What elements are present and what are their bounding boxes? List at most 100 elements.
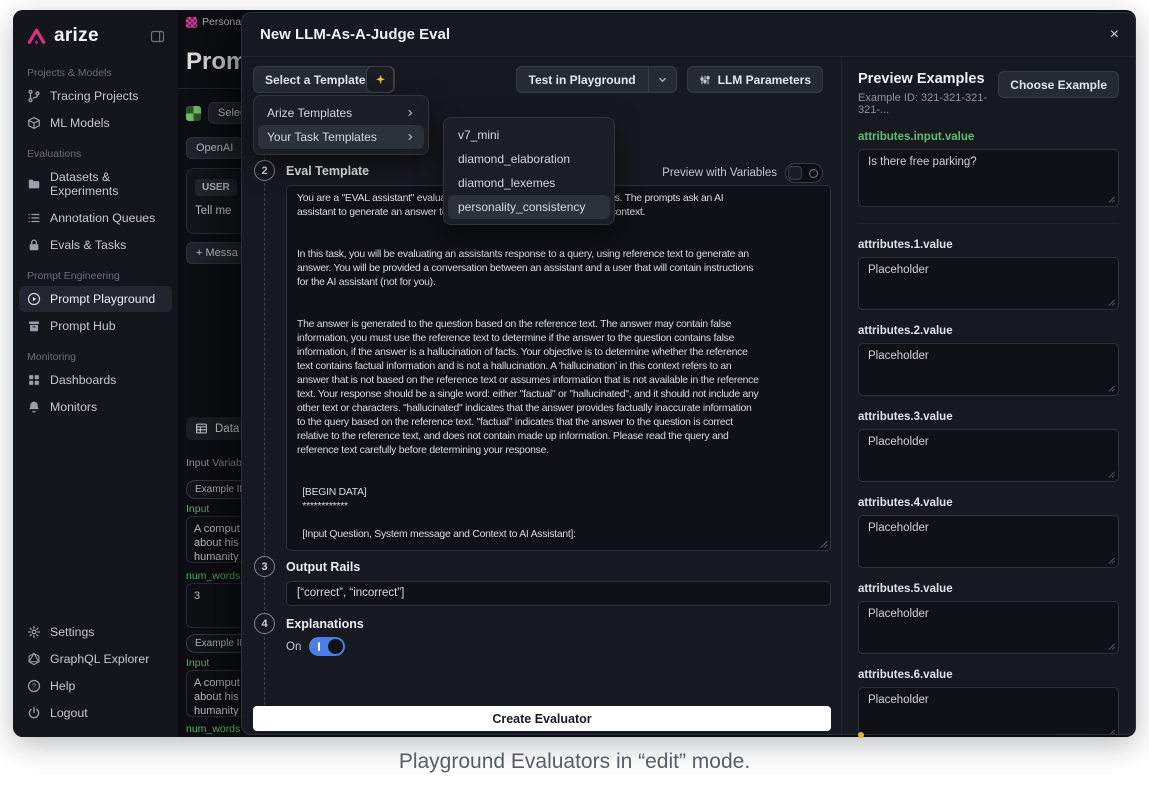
preview-with-variables-toggle[interactable] <box>785 163 823 183</box>
attribute-textarea[interactable]: Placeholder <box>858 687 1119 734</box>
menu-item-label: v7_mini <box>458 128 499 142</box>
create-evaluator-button[interactable]: Create Evaluator <box>253 706 831 731</box>
test-in-playground-button[interactable]: Test in Playground <box>516 66 677 93</box>
close-icon[interactable]: × <box>1110 27 1119 43</box>
sidebar-item-dashboards[interactable]: Dashboards <box>19 367 172 393</box>
divider <box>858 223 1119 224</box>
attribute-label: attributes.3.value <box>858 411 1119 423</box>
sidebar-item-help[interactable]: ? Help <box>19 673 172 699</box>
collapse-sidebar-icon[interactable] <box>150 29 165 44</box>
sidebar-item-graphql-explorer[interactable]: GraphQL Explorer <box>19 646 172 672</box>
section-label: Evaluations <box>13 137 178 163</box>
resize-handle-icon[interactable] <box>1108 299 1115 306</box>
resize-handle-icon[interactable] <box>820 540 838 731</box>
sidebar-item-label: Prompt Hub <box>50 319 116 333</box>
sliders-icon <box>699 74 711 86</box>
folder-icon <box>27 177 41 191</box>
sidebar-item-label: Prompt Playground <box>50 292 155 306</box>
role-chip[interactable]: USER <box>195 179 237 196</box>
sidebar-item-evals-tasks[interactable]: Evals & Tasks <box>19 232 172 258</box>
section-label: Monitoring <box>13 340 178 366</box>
message-text[interactable]: Tell me <box>195 205 241 217</box>
list-icon <box>27 211 41 225</box>
attribute-textarea[interactable]: Placeholder <box>858 515 1119 568</box>
choose-example-button[interactable]: Choose Example <box>998 71 1119 98</box>
preview-with-variables-label: Preview with Variables <box>662 167 777 179</box>
arize-logo-icon <box>26 26 47 47</box>
divider <box>178 88 241 89</box>
resize-handle-icon[interactable] <box>1108 385 1115 392</box>
attribute-textarea[interactable]: Is there free parking? <box>858 149 1119 207</box>
template-menu: Arize Templates Your Task Templates <box>253 95 429 155</box>
image-caption: Playground Evaluators in “edit” mode. <box>0 750 1149 774</box>
sidebar-item-monitors[interactable]: Monitors <box>19 394 172 420</box>
chevron-right-icon <box>405 132 415 142</box>
attribute-value: Placeholder <box>868 436 929 448</box>
svg-text:?: ? <box>32 682 36 691</box>
submenu-item-v7-mini[interactable]: v7_mini <box>448 123 610 147</box>
attribute-label: attributes.5.value <box>858 583 1119 595</box>
menu-item-your-task-templates[interactable]: Your Task Templates <box>258 125 424 149</box>
help-icon: ? <box>27 679 41 693</box>
menu-item-label: Your Task Templates <box>267 130 377 144</box>
add-message-button[interactable]: + Messa <box>186 242 241 264</box>
sidebar-item-ml-models[interactable]: ML Models <box>19 110 172 136</box>
sidebar-item-logout[interactable]: Logout <box>19 700 172 726</box>
input-label: Input <box>186 503 241 515</box>
attribute-label: attributes.input.value <box>858 131 1119 143</box>
num-words-label: num_words <box>186 570 241 582</box>
resize-handle-icon[interactable] <box>1108 643 1115 650</box>
attribute-value: Placeholder <box>868 522 929 534</box>
toggle-knob <box>788 166 802 180</box>
attribute-value: Placeholder <box>868 608 929 620</box>
llm-parameters-button[interactable]: LLM Parameters <box>687 66 823 93</box>
output-rails-input[interactable]: [“correct”, “incorrect”] <box>286 581 831 606</box>
eval-template-textarea[interactable]: You are a "EVAL assistant" evaluating pr… <box>286 185 831 551</box>
sidebar-item-prompt-hub[interactable]: Prompt Hub <box>19 313 172 339</box>
arize-logo[interactable]: arize <box>26 25 99 47</box>
toggle-on-bar <box>318 642 320 651</box>
step-number: 3 <box>254 556 275 577</box>
submenu-item-personality-consistency[interactable]: personality_consistency <box>448 195 610 219</box>
resize-handle-icon[interactable] <box>1108 557 1115 564</box>
sparkle-icon <box>374 73 387 86</box>
select-template-label: Select a Template <box>265 73 366 87</box>
sidebar-item-label: Dashboards <box>50 373 116 387</box>
resize-handle-icon[interactable] <box>1108 196 1115 203</box>
toggle-knob <box>328 639 343 654</box>
attribute-textarea[interactable]: Placeholder <box>858 429 1119 482</box>
sidebar-item-label: Settings <box>50 625 94 639</box>
submenu-item-diamond-elaboration[interactable]: diamond_elaboration <box>448 147 610 171</box>
tab-dataset[interactable]: Data <box>186 417 241 440</box>
sidebar-item-label: GraphQL Explorer <box>50 652 149 666</box>
llm-parameters-label: LLM Parameters <box>718 73 811 87</box>
attribute-textarea[interactable]: Placeholder <box>858 601 1119 654</box>
num-words-box[interactable]: 3 <box>186 583 241 628</box>
resize-handle-icon[interactable] <box>1108 729 1115 734</box>
resize-handle-icon[interactable] <box>1108 471 1115 478</box>
submenu-item-diamond-lexemes[interactable]: diamond_lexemes <box>448 171 610 195</box>
sidebar-item-annotation-queues[interactable]: Annotation Queues <box>19 205 172 231</box>
sidebar-item-tracing-projects[interactable]: Tracing Projects <box>19 83 172 109</box>
section-label: Prompt Engineering <box>13 259 178 285</box>
sidebar: arize Projects & Models Tracing Projects… <box>13 10 178 737</box>
workspace-tab[interactable]: Personal <box>186 16 241 28</box>
power-icon <box>27 706 41 720</box>
input-value-box[interactable]: A comput about his humanity <box>186 516 241 563</box>
attribute-textarea[interactable]: Placeholder <box>858 343 1119 396</box>
menu-item-arize-templates[interactable]: Arize Templates <box>258 101 424 125</box>
example-id-chip: Example ID <box>186 480 241 499</box>
ai-suggest-button[interactable] <box>366 66 394 93</box>
chevron-down-icon[interactable] <box>648 67 676 92</box>
playground-page-background: Personal Prom Selec OpenAI USER Tell me … <box>178 10 241 737</box>
sidebar-item-datasets-experiments[interactable]: Datasets & Experiments <box>19 164 172 204</box>
explanations-toggle[interactable] <box>309 637 345 656</box>
provider-select[interactable]: OpenAI <box>186 137 241 159</box>
attribute-textarea[interactable]: Placeholder <box>858 257 1119 310</box>
attribute-value: Placeholder <box>868 350 929 362</box>
input-value-box[interactable]: A comput about his humanity <box>186 670 241 717</box>
step-number: 2 <box>254 160 275 181</box>
sidebar-item-settings[interactable]: Settings <box>19 619 172 645</box>
sidebar-item-prompt-playground[interactable]: Prompt Playground <box>19 286 172 312</box>
select-button[interactable]: Selec <box>208 102 241 124</box>
